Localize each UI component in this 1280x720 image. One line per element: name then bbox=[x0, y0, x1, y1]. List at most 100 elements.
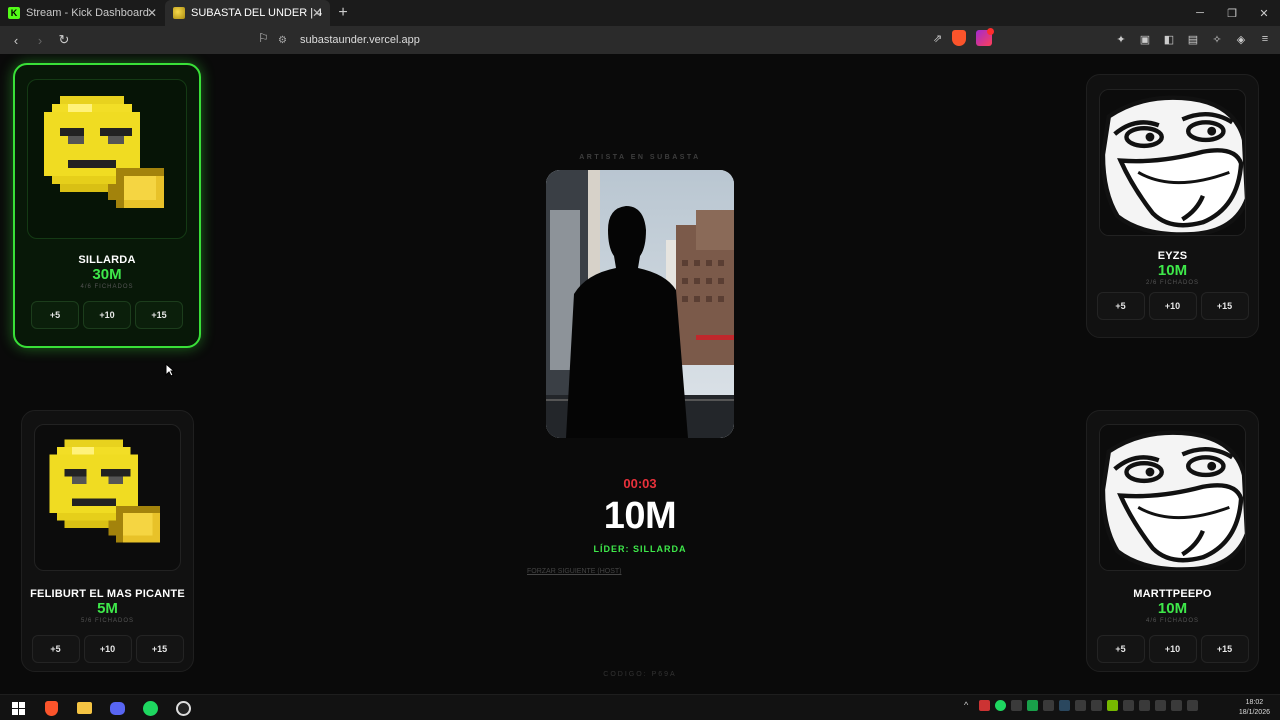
auction-section-label: ARTISTA EN SUBASTA bbox=[579, 154, 701, 161]
taskbar-apps bbox=[6, 698, 195, 718]
tray-steam-icon[interactable] bbox=[1059, 700, 1070, 711]
site-settings-icon[interactable]: ⚙ bbox=[278, 35, 292, 46]
menu-icon[interactable]: ≡ bbox=[1258, 32, 1272, 46]
reload-icon[interactable]: ↻ bbox=[54, 30, 74, 50]
tab-kick-dashboard[interactable]: K Stream - Kick Dashboard ✕ bbox=[0, 0, 165, 26]
pixel-smug-emoji-icon bbox=[44, 96, 164, 208]
bid-plus-15-button[interactable]: +15 bbox=[135, 635, 184, 663]
player-signed-count: 4/6 FICHADOS bbox=[80, 284, 134, 290]
player-name: EYZS bbox=[1157, 250, 1188, 262]
tray-nvidia-icon[interactable] bbox=[1107, 700, 1118, 711]
player-avatar bbox=[1099, 89, 1246, 236]
countdown-timer: 00:03 bbox=[623, 476, 657, 491]
bid-plus-10-button[interactable]: +10 bbox=[1148, 292, 1197, 320]
player-card-eyzs: EYZS 10M 2/6 FICHADOS +5 +10 +15 bbox=[1086, 74, 1259, 338]
player-card-marttpeepo: MARTTPEEPO 10M 4/6 FICHADOS +5 +10 +15 bbox=[1086, 410, 1259, 672]
bid-plus-15-button[interactable]: +15 bbox=[1200, 292, 1249, 320]
player-avatar bbox=[27, 79, 187, 239]
bid-button-row: +5 +10 +15 bbox=[1096, 292, 1249, 320]
url-text: subastaunder.vercel.app bbox=[300, 34, 420, 46]
os-taskbar: ^ 18:02 18/1/2026 bbox=[0, 694, 1280, 720]
coin-icon bbox=[173, 7, 185, 19]
tab-subasta[interactable]: SUBASTA DEL UNDER | 420 ✕ bbox=[165, 0, 330, 26]
player-signed-count: 5/6 FICHADOS bbox=[80, 618, 134, 624]
restore-icon[interactable]: ❐ bbox=[1216, 0, 1248, 26]
bookmark-icon[interactable]: ⚐ bbox=[258, 31, 269, 45]
tray-volume-icon[interactable] bbox=[1187, 700, 1198, 711]
bid-plus-5-button[interactable]: +5 bbox=[1096, 292, 1145, 320]
wallet-icon[interactable]: ▣ bbox=[1138, 32, 1152, 46]
tab-title: SUBASTA DEL UNDER | 420 bbox=[191, 7, 322, 19]
current-bid-amount: 10M bbox=[603, 495, 677, 537]
windows-start-icon[interactable] bbox=[6, 698, 30, 718]
bid-button-row: +5 +10 +15 bbox=[31, 301, 183, 329]
browser-tab-bar: K Stream - Kick Dashboard ✕ SUBASTA DEL … bbox=[0, 0, 1280, 26]
player-money: 30M bbox=[92, 266, 122, 283]
address-bar[interactable]: ⚙ subastaunder.vercel.app bbox=[278, 30, 1000, 50]
tab-list-icon[interactable]: ▤ bbox=[1186, 32, 1200, 46]
obs-icon[interactable] bbox=[171, 698, 195, 718]
back-icon[interactable]: ‹ bbox=[6, 30, 26, 50]
bid-plus-5-button[interactable]: +5 bbox=[31, 301, 79, 329]
brave-rewards-icon[interactable] bbox=[976, 28, 995, 46]
brave-browser-icon[interactable] bbox=[39, 698, 63, 718]
tray-app-icon[interactable] bbox=[1027, 700, 1038, 711]
clock-date: 18/1/2026 bbox=[1238, 709, 1270, 716]
tray-app-icon[interactable] bbox=[979, 700, 990, 711]
sidebar-icon[interactable]: ◧ bbox=[1162, 32, 1176, 46]
tray-app-icon[interactable] bbox=[1075, 700, 1086, 711]
spotify-icon[interactable] bbox=[138, 698, 162, 718]
bid-plus-10-button[interactable]: +10 bbox=[83, 301, 131, 329]
player-card-sillarda: SILLARDA 30M 4/6 FICHADOS +5 +10 +15 bbox=[13, 63, 201, 348]
minimize-icon[interactable]: ─ bbox=[1184, 0, 1216, 26]
bid-plus-10-button[interactable]: +10 bbox=[83, 635, 132, 663]
tab-title: Stream - Kick Dashboard bbox=[26, 7, 149, 19]
bid-plus-5-button[interactable]: +5 bbox=[31, 635, 80, 663]
discord-icon[interactable] bbox=[105, 698, 129, 718]
player-signed-count: 2/6 FICHADOS bbox=[1145, 280, 1199, 286]
share-icon[interactable]: ⇗ bbox=[933, 32, 942, 45]
current-leader: LÍDER: SILLARDA bbox=[593, 544, 687, 554]
close-icon[interactable]: ✕ bbox=[147, 6, 157, 20]
close-icon[interactable]: ✕ bbox=[312, 6, 322, 20]
bid-button-row: +5 +10 +15 bbox=[1096, 635, 1249, 663]
trollface-icon bbox=[1100, 90, 1245, 235]
brave-shields-icon[interactable] bbox=[952, 30, 967, 46]
tray-app-icon[interactable] bbox=[1155, 700, 1166, 711]
tray-bluetooth-icon[interactable] bbox=[1139, 700, 1150, 711]
mouse-cursor-icon bbox=[165, 363, 175, 377]
player-money: 10M bbox=[1157, 600, 1188, 617]
player-money: 10M bbox=[1157, 262, 1188, 279]
tray-app-icon[interactable] bbox=[1043, 700, 1054, 711]
close-window-icon[interactable]: ✕ bbox=[1248, 0, 1280, 26]
browser-toolbar: ‹ › ↻ ⚐ ⚙ subastaunder.vercel.app ⇗ ✦ ▣ … bbox=[0, 26, 1280, 54]
bid-plus-10-button[interactable]: +10 bbox=[1148, 635, 1197, 663]
file-explorer-icon[interactable] bbox=[72, 698, 96, 718]
player-name: SILLARDA bbox=[78, 254, 136, 266]
address-bar-actions: ⇗ bbox=[933, 28, 995, 46]
vpn-icon[interactable]: ◈ bbox=[1234, 32, 1248, 46]
system-tray: ^ bbox=[964, 700, 1198, 711]
player-name: MARTTPEEPO bbox=[1133, 588, 1212, 600]
tray-chevron-icon[interactable]: ^ bbox=[964, 700, 974, 711]
new-tab-button[interactable]: + bbox=[330, 0, 356, 26]
bid-plus-15-button[interactable]: +15 bbox=[135, 301, 183, 329]
leo-ai-icon[interactable]: ✧ bbox=[1210, 32, 1224, 46]
bid-plus-15-button[interactable]: +15 bbox=[1200, 635, 1249, 663]
system-clock[interactable]: 18:02 18/1/2026 bbox=[1239, 698, 1270, 718]
player-card-feliburt: FELIBURT EL MAS PICANTE 5M 5/6 FICHADOS … bbox=[21, 410, 194, 672]
forward-icon[interactable]: › bbox=[30, 30, 50, 50]
tray-app-icon[interactable] bbox=[1091, 700, 1102, 711]
tray-app-icon[interactable] bbox=[1011, 700, 1022, 711]
extensions-icon[interactable]: ✦ bbox=[1114, 32, 1128, 46]
bid-plus-5-button[interactable]: +5 bbox=[1096, 635, 1145, 663]
player-money: 5M bbox=[97, 600, 118, 617]
player-avatar bbox=[1099, 424, 1246, 571]
clock-time: 18:02 bbox=[1245, 699, 1264, 706]
force-next-link[interactable]: FORZAR SIGUIENTE (HOST) bbox=[527, 568, 622, 575]
tray-app-icon[interactable] bbox=[1123, 700, 1134, 711]
tray-spotify-icon[interactable] bbox=[995, 700, 1006, 711]
window-controls: ─ ❐ ✕ bbox=[1184, 0, 1280, 26]
room-code: CODIGO: P69A bbox=[603, 671, 677, 678]
tray-network-icon[interactable] bbox=[1171, 700, 1182, 711]
